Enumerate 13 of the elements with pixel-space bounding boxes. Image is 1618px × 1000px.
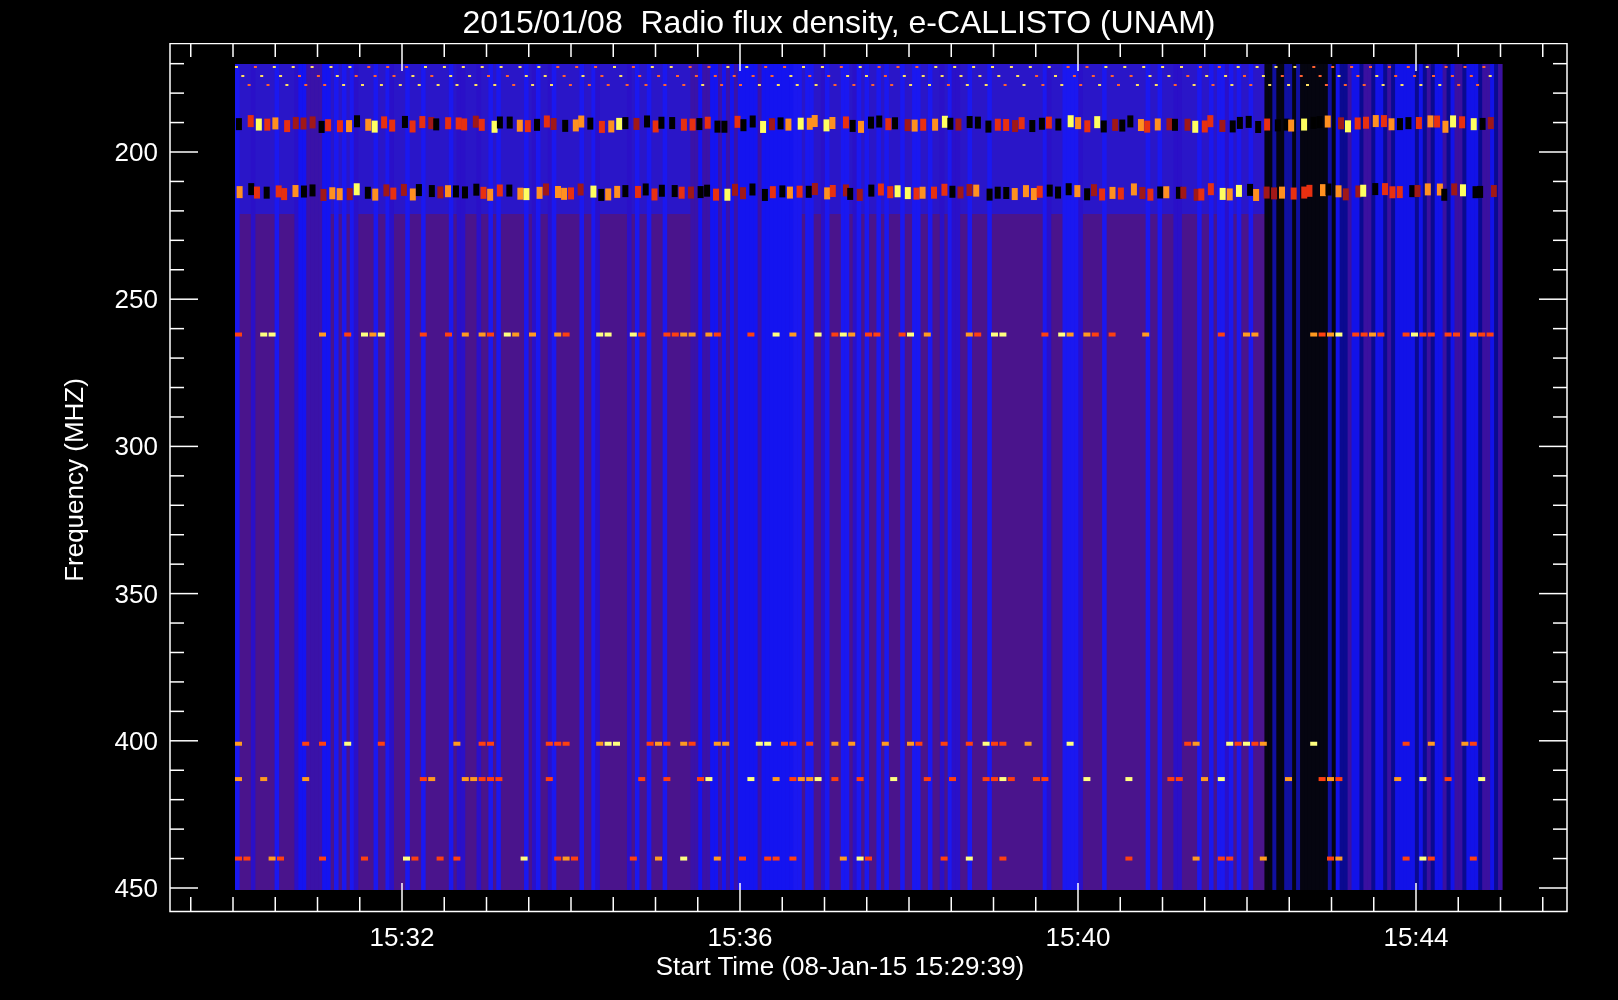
tick-label: 15:44 [1383, 922, 1449, 952]
tick-label: 300 [114, 431, 158, 462]
tick-label: 400 [114, 725, 158, 756]
tick-label: 200 [114, 137, 158, 167]
tick-label: 15:40 [1045, 922, 1111, 952]
tick-label: 15:32 [369, 922, 435, 952]
axis-title: Frequency (MHZ) [59, 378, 89, 582]
tick-label: 350 [114, 578, 158, 609]
tick-label: 15:36 [707, 922, 773, 952]
axis-title: Start Time (08-Jan-15 15:29:39) [655, 951, 1025, 981]
tick-label: 250 [114, 284, 158, 315]
page-title: 2015/01/08 Radio flux density, e-CALLISTO (UNAM) [461, 5, 1216, 38]
tick-label: 450 [114, 873, 158, 903]
